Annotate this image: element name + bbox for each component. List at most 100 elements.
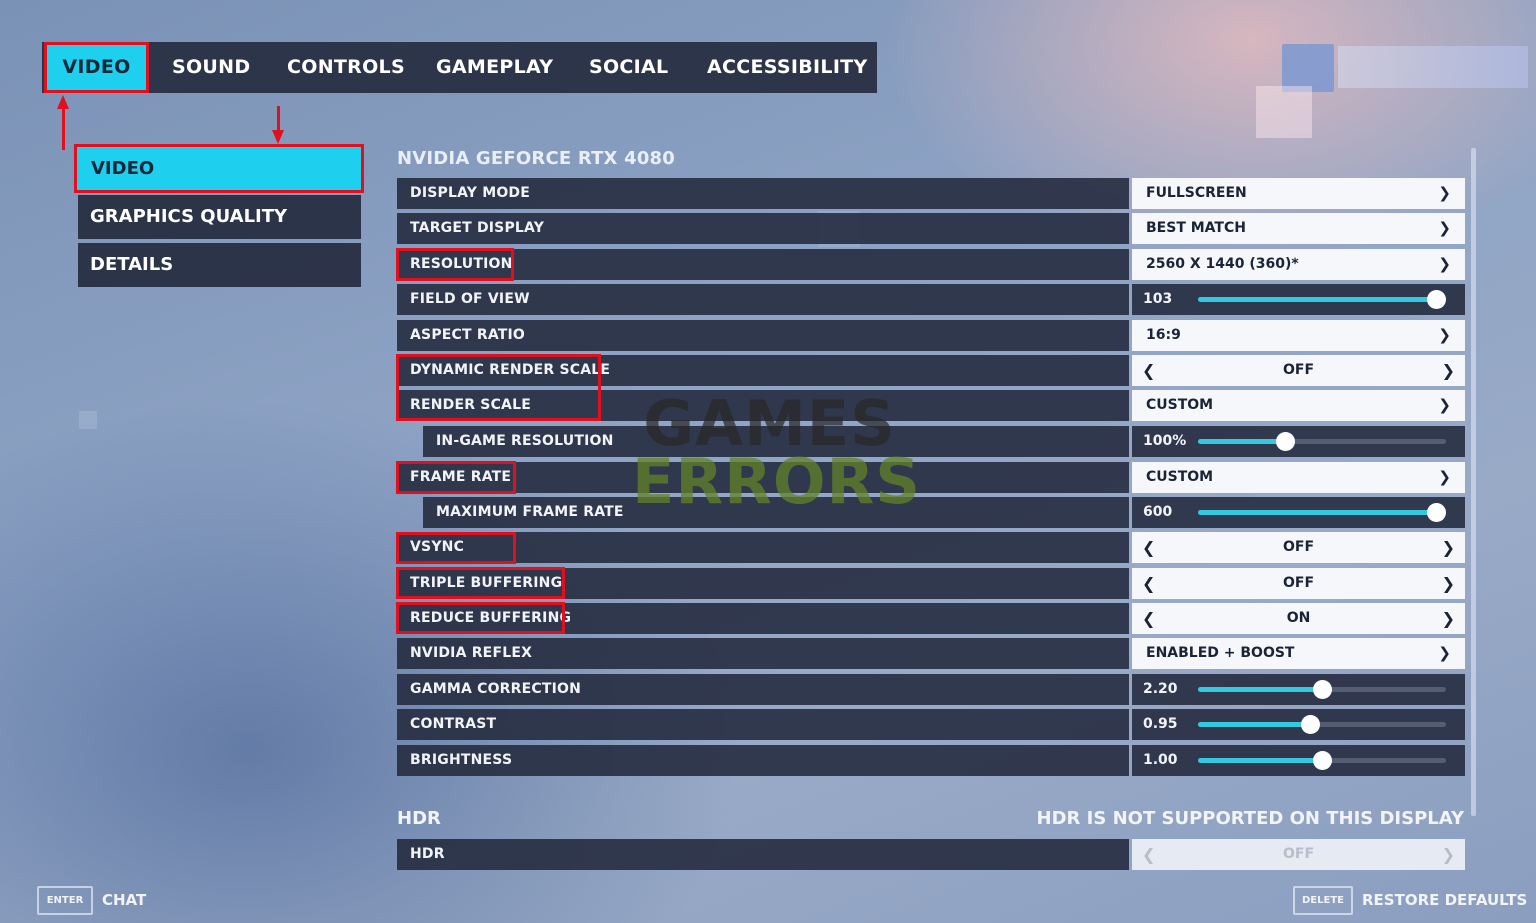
dropdown-value: CUSTOM <box>1146 397 1214 413</box>
render-scale-dropdown[interactable]: CUSTOM ❯ <box>1132 390 1465 421</box>
chevron-right-icon[interactable]: ❯ <box>1442 603 1455 634</box>
hdr-unsupported-note: HDR IS NOT SUPPORTED ON THIS DISPLAY <box>1036 808 1464 829</box>
resolution-dropdown[interactable]: 2560 X 1440 (360)* ❯ <box>1132 249 1465 280</box>
delete-key-hint: DELETE <box>1293 886 1353 915</box>
setting-label: DISPLAY MODE <box>410 185 531 201</box>
setting-label: MAXIMUM FRAME RATE <box>436 504 624 520</box>
player-banner <box>1338 46 1528 88</box>
setting-label: FIELD OF VIEW <box>410 291 530 307</box>
toggle-value: OFF <box>1282 362 1315 378</box>
contrast-slider[interactable] <box>1198 715 1446 734</box>
slider-value: 100% <box>1143 433 1187 449</box>
restore-defaults-button[interactable]: RESTORE DEFAULTS <box>1362 886 1527 915</box>
setting-label: NVIDIA REFLEX <box>410 645 533 661</box>
nvidia-reflex-dropdown[interactable]: ENABLED + BOOST ❯ <box>1132 638 1465 669</box>
slider-handle[interactable] <box>1275 432 1295 451</box>
reduce-buffering-toggle[interactable]: ❮ ON ❯ <box>1132 603 1465 634</box>
setting-row-nvidia-reflex: NVIDIA REFLEX ENABLED + BOOST ❯ <box>397 638 1465 669</box>
toggle-value: OFF <box>1282 575 1315 591</box>
tab-controls[interactable]: CONTROLS <box>287 42 405 93</box>
in-game-resolution-slider[interactable] <box>1198 432 1446 451</box>
chevron-right-icon[interactable]: ❯ <box>1442 532 1455 563</box>
tab-sound[interactable]: SOUND <box>172 42 250 93</box>
setting-label: GAMMA CORRECTION <box>410 681 582 697</box>
dynamic-render-scale-toggle[interactable]: ❮ OFF ❯ <box>1132 355 1465 386</box>
setting-label: HDR <box>410 846 445 862</box>
chevron-down-icon: ❯ <box>1438 468 1451 486</box>
dropdown-value: BEST MATCH <box>1146 220 1246 236</box>
tab-video[interactable]: VIDEO <box>44 42 149 93</box>
target-display-dropdown[interactable]: BEST MATCH ❯ <box>1132 213 1465 244</box>
chevron-right-icon[interactable]: ❯ <box>1442 839 1455 870</box>
chevron-down-icon: ❯ <box>1438 255 1451 273</box>
slider-value: 600 <box>1143 504 1173 520</box>
setting-row-maximum-frame-rate: MAXIMUM FRAME RATE 600 <box>397 497 1465 528</box>
toggle-value: OFF <box>1282 539 1315 555</box>
annotation-arrow-up-icon <box>57 95 69 109</box>
submenu-details[interactable]: DETAILS <box>78 243 361 287</box>
setting-label: ASPECT RATIO <box>410 327 526 343</box>
triple-buffering-toggle[interactable]: ❮ OFF ❯ <box>1132 568 1465 599</box>
vsync-toggle[interactable]: ❮ OFF ❯ <box>1132 532 1465 563</box>
dropdown-value: 16:9 <box>1146 327 1181 343</box>
setting-row-gamma-correction: GAMMA CORRECTION 2.20 <box>397 674 1465 705</box>
setting-row-target-display: TARGET DISPLAY BEST MATCH ❯ <box>397 213 1465 244</box>
aspect-ratio-dropdown[interactable]: 16:9 ❯ <box>1132 320 1465 351</box>
setting-row-contrast: CONTRAST 0.95 <box>397 709 1465 740</box>
submenu-graphics-quality[interactable]: GRAPHICS QUALITY <box>78 195 361 239</box>
field-of-view-slider[interactable] <box>1198 290 1447 309</box>
setting-row-field-of-view: FIELD OF VIEW 103 <box>397 284 1465 315</box>
chevron-right-icon[interactable]: ❯ <box>1442 568 1455 599</box>
slider-handle[interactable] <box>1313 680 1332 699</box>
toggle-value: ON <box>1286 610 1311 626</box>
brightness-slider[interactable] <box>1198 751 1446 770</box>
highlight-box <box>396 532 516 564</box>
chevron-down-icon: ❯ <box>1438 326 1451 344</box>
setting-row-brightness: BRIGHTNESS 1.00 <box>397 745 1465 776</box>
setting-label: BRIGHTNESS <box>410 752 513 768</box>
hdr-toggle[interactable]: ❮ OFF ❯ <box>1132 839 1465 870</box>
frame-rate-dropdown[interactable]: CUSTOM ❯ <box>1132 462 1465 493</box>
setting-row-frame-rate: FRAME RATE CUSTOM ❯ <box>397 462 1465 493</box>
gamma-correction-slider[interactable] <box>1198 680 1446 699</box>
slider-fill <box>1198 758 1322 763</box>
maximum-frame-rate-slider[interactable] <box>1198 503 1447 522</box>
setting-label: IN-GAME RESOLUTION <box>436 433 614 449</box>
slider-fill <box>1198 510 1437 515</box>
chevron-right-icon[interactable]: ❯ <box>1442 355 1455 386</box>
slider-handle[interactable] <box>1313 751 1332 770</box>
submenu-video[interactable]: VIDEO <box>74 144 364 193</box>
hdr-section-title: HDR <box>397 808 441 829</box>
setting-row-hdr: HDR ❮ OFF ❯ <box>397 839 1465 870</box>
annotation-arrow-down-icon <box>272 130 284 144</box>
setting-row-display-mode: DISPLAY MODE FULLSCREEN ❯ <box>397 178 1465 209</box>
dropdown-value: 2560 X 1440 (360)* <box>1146 256 1299 272</box>
chevron-down-icon: ❯ <box>1438 644 1451 662</box>
chevron-down-icon: ❯ <box>1438 184 1451 202</box>
settings-tab-bar: VIDEO SOUND CONTROLS GAMEPLAY SOCIAL ACC… <box>42 42 877 93</box>
tab-social[interactable]: SOCIAL <box>589 42 668 93</box>
player-avatar <box>1282 44 1334 92</box>
slider-value: 103 <box>1143 291 1173 307</box>
slider-handle[interactable] <box>1300 715 1320 734</box>
slider-handle[interactable] <box>1427 503 1447 522</box>
chat-button[interactable]: CHAT <box>102 886 146 915</box>
display-mode-dropdown[interactable]: FULLSCREEN ❯ <box>1132 178 1465 209</box>
setting-label: TARGET DISPLAY <box>410 220 545 236</box>
slider-fill <box>1198 687 1322 692</box>
slider-value: 0.95 <box>1143 716 1178 732</box>
gpu-title: NVIDIA GEFORCE RTX 4080 <box>397 148 676 169</box>
slider-handle[interactable] <box>1427 290 1447 309</box>
highlight-box <box>396 567 565 599</box>
tab-gameplay[interactable]: GAMEPLAY <box>436 42 553 93</box>
chevron-down-icon: ❯ <box>1438 396 1451 414</box>
setting-row-vsync: VSYNC ❮ OFF ❯ <box>397 532 1465 563</box>
dropdown-value: ENABLED + BOOST <box>1146 645 1295 661</box>
background-deco <box>1256 86 1312 138</box>
annotation-arrow-line <box>62 108 65 150</box>
setting-row-in-game-resolution: IN-GAME RESOLUTION 100% <box>397 426 1465 457</box>
tab-accessibility[interactable]: ACCESSIBILITY <box>707 42 868 93</box>
slider-value: 2.20 <box>1143 681 1178 697</box>
scrollbar[interactable] <box>1471 148 1476 816</box>
dropdown-value: FULLSCREEN <box>1146 185 1247 201</box>
